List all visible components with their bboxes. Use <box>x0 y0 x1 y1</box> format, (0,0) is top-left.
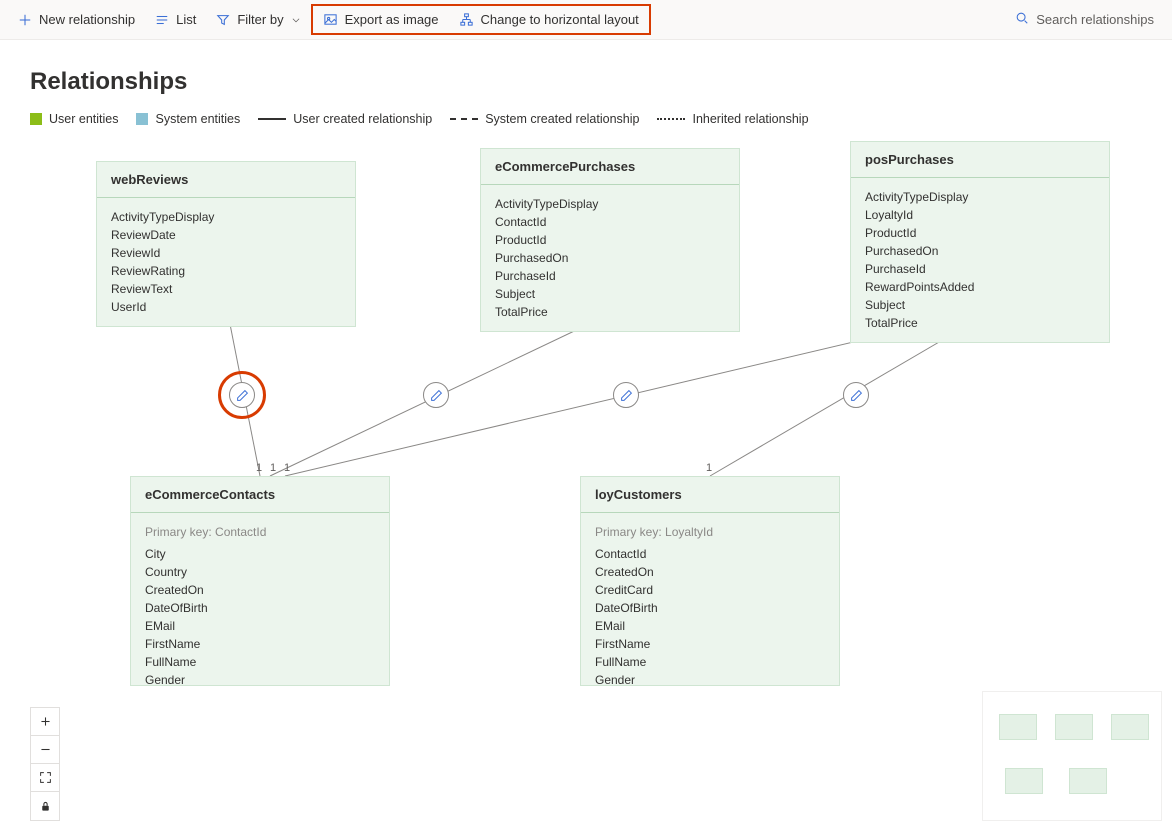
new-relationship-button[interactable]: New relationship <box>8 6 145 33</box>
entity-card-loycustomers[interactable]: loyCustomers Primary key: LoyaltyId Cont… <box>580 476 840 686</box>
zoom-in-button[interactable] <box>31 708 59 736</box>
minimap-node <box>1055 714 1093 740</box>
solid-line-icon <box>258 118 286 120</box>
chevron-down-icon <box>291 15 301 25</box>
system-entity-swatch-icon <box>136 113 148 125</box>
entity-fields: ActivityTypeDisplay LoyaltyId ProductId … <box>851 178 1109 342</box>
image-icon <box>323 12 338 27</box>
page-header: Relationships <box>0 40 1172 102</box>
minimap-node <box>999 714 1037 740</box>
filter-by-button[interactable]: Filter by <box>206 6 310 33</box>
cardinality-one: 1 <box>284 462 290 474</box>
export-image-label: Export as image <box>345 12 439 27</box>
edit-relationship-button[interactable] <box>613 382 639 408</box>
page-title: Relationships <box>30 68 1142 96</box>
toolbar: New relationship List Filter by Export a… <box>0 0 1172 40</box>
plus-icon <box>18 13 32 27</box>
list-label: List <box>176 12 196 27</box>
entity-title: posPurchases <box>851 142 1109 178</box>
cardinality-one: 1 <box>270 462 276 474</box>
entity-fields: Primary key: ContactId City Country Crea… <box>131 513 389 686</box>
list-icon <box>155 13 169 27</box>
minimap-node <box>1111 714 1149 740</box>
legend-inherited-rel: Inherited relationship <box>657 112 808 126</box>
entity-card-webreviews[interactable]: webReviews ActivityTypeDisplay ReviewDat… <box>96 161 356 327</box>
fit-to-screen-button[interactable] <box>31 764 59 792</box>
edit-relationship-button[interactable] <box>229 382 255 408</box>
lock-button[interactable] <box>31 792 59 820</box>
entity-title: webReviews <box>97 162 355 198</box>
dotted-line-icon <box>657 118 685 120</box>
entity-card-ecommercecontacts[interactable]: eCommerceContacts Primary key: ContactId… <box>130 476 390 686</box>
search-icon <box>1015 11 1029 28</box>
search-relationships[interactable]: Search relationships <box>1005 5 1164 34</box>
legend: User entities System entities User creat… <box>0 102 1172 126</box>
hierarchy-icon <box>459 12 474 27</box>
edit-relationship-button[interactable] <box>843 382 869 408</box>
export-image-button[interactable]: Export as image <box>313 6 449 33</box>
new-relationship-label: New relationship <box>39 12 135 27</box>
minimap-node <box>1069 768 1107 794</box>
entity-title: loyCustomers <box>581 477 839 513</box>
zoom-out-button[interactable] <box>31 736 59 764</box>
legend-user-rel: User created relationship <box>258 112 432 126</box>
cardinality-one: 1 <box>706 462 712 474</box>
search-placeholder: Search relationships <box>1036 12 1154 27</box>
primary-key: Primary key: LoyaltyId <box>595 523 825 541</box>
dashed-line-icon <box>450 118 478 120</box>
legend-user-entities: User entities <box>30 112 118 126</box>
entity-title: eCommercePurchases <box>481 149 739 185</box>
entity-fields: ActivityTypeDisplay ContactId ProductId … <box>481 185 739 331</box>
filter-by-label: Filter by <box>237 12 283 27</box>
entity-fields: ActivityTypeDisplay ReviewDate ReviewId … <box>97 198 355 326</box>
zoom-controls <box>30 707 60 821</box>
entity-title: eCommerceContacts <box>131 477 389 513</box>
filter-icon <box>216 13 230 27</box>
change-layout-label: Change to horizontal layout <box>481 12 639 27</box>
entity-fields: Primary key: LoyaltyId ContactId Created… <box>581 513 839 686</box>
highlighted-toolbar-group: Export as image Change to horizontal lay… <box>311 4 651 35</box>
minimap-node <box>1005 768 1043 794</box>
legend-system-rel: System created relationship <box>450 112 639 126</box>
edit-relationship-button[interactable] <box>423 382 449 408</box>
list-button[interactable]: List <box>145 6 206 33</box>
legend-system-entities: System entities <box>136 112 240 126</box>
primary-key: Primary key: ContactId <box>145 523 375 541</box>
change-layout-button[interactable]: Change to horizontal layout <box>449 6 649 33</box>
entity-card-ecommercepurchases[interactable]: eCommercePurchases ActivityTypeDisplay C… <box>480 148 740 332</box>
user-entity-swatch-icon <box>30 113 42 125</box>
cardinality-one: 1 <box>256 462 262 474</box>
minimap[interactable] <box>982 691 1162 821</box>
entity-card-pospurchases[interactable]: posPurchases ActivityTypeDisplay Loyalty… <box>850 141 1110 343</box>
